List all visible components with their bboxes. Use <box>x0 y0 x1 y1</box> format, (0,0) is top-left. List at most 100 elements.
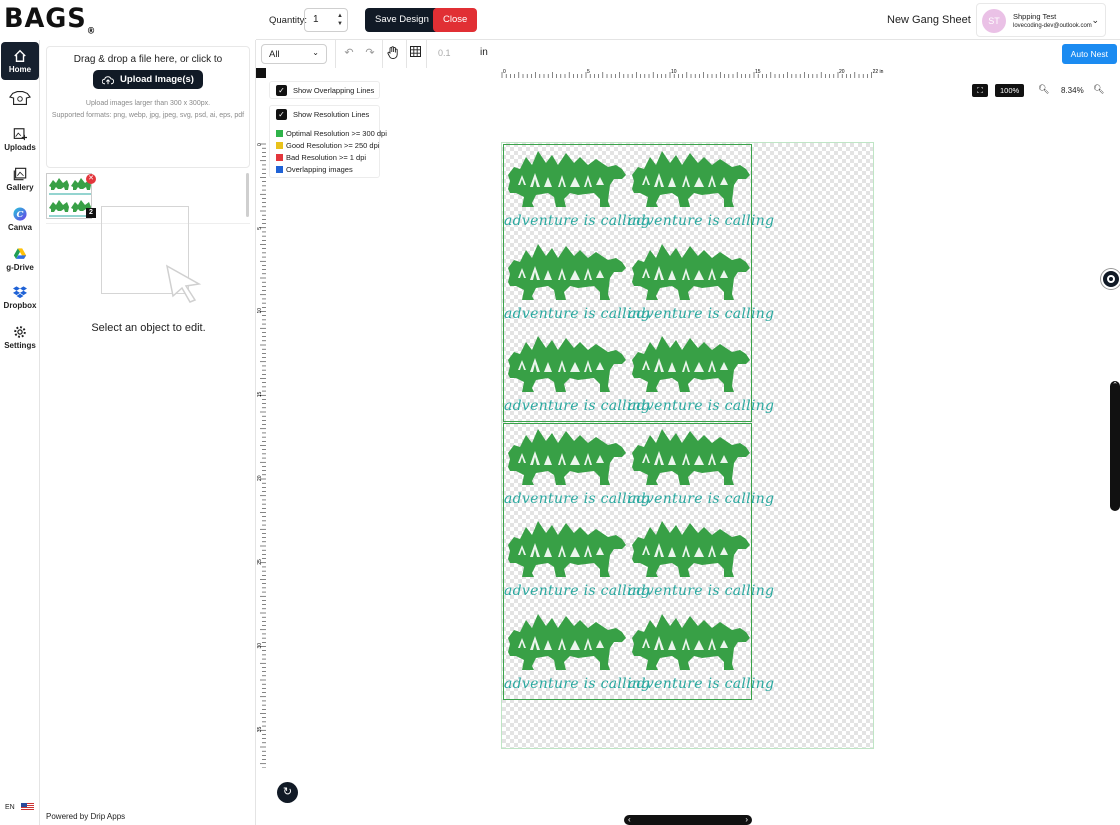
refresh-icon[interactable]: ↻ <box>277 782 298 803</box>
image-count-badge: 2 <box>86 208 96 218</box>
legend-swatch-optimal <box>276 130 283 137</box>
zoom-level: 8.34% <box>1061 86 1084 95</box>
ruler-label: 15 <box>755 69 761 75</box>
redo-icon[interactable]: ↷ <box>363 46 377 60</box>
tile-script-text: adventure is calling <box>504 213 651 229</box>
ruler-label: 10 <box>671 69 677 75</box>
hand-pan-icon[interactable] <box>386 46 400 60</box>
bear-tile[interactable]: adventure is calling <box>628 145 775 237</box>
nav-uploads-label: Uploads <box>4 142 36 152</box>
bear-tile[interactable]: adventure is calling <box>504 330 651 422</box>
left-ruler: 0 5 10 15 20 25 30 35 <box>257 143 266 768</box>
legend-bad: Bad Resolution >= 1 dpi <box>286 153 367 162</box>
bear-tile[interactable]: adventure is calling <box>504 608 651 700</box>
avatar: ST <box>982 9 1006 33</box>
horizontal-scrollbar[interactable]: ‹ › <box>624 815 752 825</box>
upload-images-button[interactable]: Upload Image(s) <box>93 70 203 89</box>
cursor-pointer-icon <box>165 264 202 303</box>
undo-icon[interactable]: ↶ <box>342 46 356 60</box>
checkbox-checked-icon[interactable]: ✓ <box>276 85 287 96</box>
nav-templates[interactable] <box>1 80 39 118</box>
legend-overlap: Overlapping images <box>286 165 353 174</box>
user-name: Shpping Test <box>1013 12 1057 21</box>
upload-size-hint: Upload images larger than 300 x 300px. <box>85 99 211 107</box>
language-selector[interactable]: EN <box>5 803 34 811</box>
tile-script-text: adventure is calling <box>504 398 651 415</box>
bear-silhouette-image <box>508 336 626 393</box>
bear-tile[interactable]: adventure is calling <box>628 330 774 422</box>
tile-script-text: adventure is calling <box>628 213 775 229</box>
bear-tile[interactable]: adventure is calling <box>504 238 650 330</box>
nav-gdrive[interactable]: g-Drive <box>1 240 39 278</box>
upload-format-hint: Supported formats: png, webp, jpg, jpeg,… <box>51 111 245 119</box>
ruler-label: 5 <box>587 69 590 75</box>
save-design-button[interactable]: Save Design <box>365 8 439 32</box>
zoom-in-icon[interactable]: 🔍︎ <box>1093 84 1104 95</box>
nav-canva[interactable]: C Canva <box>1 200 39 238</box>
overlap-toggle[interactable]: ✓ Show Overlapping Lines <box>269 81 380 99</box>
canva-icon: C <box>13 206 27 221</box>
bear-tile[interactable]: adventure is calling <box>504 515 650 607</box>
fit-screen-icon[interactable]: ⛶ <box>972 84 988 97</box>
ruler-label: 35 <box>257 726 263 732</box>
bear-silhouette-image <box>632 336 750 393</box>
gear-icon <box>14 325 26 338</box>
bear-tile[interactable]: adventure is calling <box>628 515 774 607</box>
bear-tile[interactable]: adventure is calling <box>504 145 651 237</box>
bear-tile[interactable]: adventure is calling <box>628 423 774 515</box>
zoom-100-button[interactable]: 100% <box>995 84 1025 97</box>
vertical-scrollbar[interactable]: ⌃ <box>1110 381 1120 511</box>
left-nav: Home Uploads Gallery C Canva g-Drive Dro… <box>0 40 40 825</box>
nav-dropbox[interactable]: Dropbox <box>1 278 39 316</box>
top-ruler: 0 5 10 15 20 22 in <box>501 69 884 78</box>
chevron-down-icon[interactable]: ⌄ <box>1091 15 1099 26</box>
us-flag-icon <box>20 803 34 811</box>
bear-silhouette-image <box>632 614 750 670</box>
tile-script-text: adventure is calling <box>504 676 651 692</box>
nav-gallery-label: Gallery <box>6 182 34 192</box>
ruler-label: 0 <box>257 143 263 146</box>
nav-uploads[interactable]: Uploads <box>1 120 39 158</box>
left-panel: Drag & drop a file here, or click to Upl… <box>41 40 256 825</box>
close-button[interactable]: Close <box>433 8 478 32</box>
thumbnail-scrollbar[interactable] <box>246 173 249 217</box>
tile-script-text: adventure is calling <box>504 490 651 507</box>
toolbar-divider <box>406 40 407 68</box>
nav-home[interactable]: Home <box>1 42 39 80</box>
spacing-input[interactable]: 0.1 <box>430 44 478 64</box>
dropbox-icon <box>13 285 27 298</box>
user-menu[interactable]: ST Shpping Test lovecoding-dev@outlook.c… <box>976 3 1106 37</box>
checkbox-checked-icon[interactable]: ✓ <box>276 109 287 120</box>
zoom-out-icon[interactable]: 🔍︎ <box>1038 84 1049 95</box>
bear-silhouette-image <box>508 521 626 578</box>
stepper-arrows-icon[interactable]: ▲ ▼ <box>337 12 343 28</box>
gang-sheet[interactable]: adventure is calling adventure is calling… <box>501 142 874 749</box>
grid-icon[interactable] <box>408 46 422 60</box>
upload-dropzone[interactable]: Drag & drop a file here, or click to Upl… <box>46 46 250 168</box>
legend-swatch-good <box>276 142 283 149</box>
nav-gallery[interactable]: Gallery <box>1 160 39 198</box>
shirt-icon <box>9 91 31 105</box>
auto-nest-button[interactable]: Auto Nest <box>1061 44 1117 64</box>
delete-image-icon[interactable]: ✕ <box>86 174 96 184</box>
toolbar-divider <box>382 40 383 68</box>
chat-widget-icon[interactable] <box>1101 269 1120 289</box>
bear-silhouette-image <box>508 243 626 300</box>
tile-script-text: adventure is calling <box>628 305 775 322</box>
bear-tile[interactable]: adventure is calling <box>504 423 651 515</box>
bear-tile[interactable]: adventure is calling <box>628 238 775 330</box>
brand-logo[interactable]: BAGS® <box>4 3 96 36</box>
nav-settings[interactable]: Settings <box>1 318 39 356</box>
object-filter-select[interactable]: All ⌄ <box>261 44 327 64</box>
overlap-toggle-label: Show Overlapping Lines <box>293 86 375 95</box>
quantity-stepper[interactable]: 1 ▲ ▼ <box>304 8 348 32</box>
filter-value: All <box>269 49 280 60</box>
powered-by[interactable]: Powered by Drip Apps <box>46 812 125 821</box>
bear-tile[interactable]: adventure is calling <box>628 608 774 700</box>
resolution-legend: ✓ Show Resolution Lines Optimal Resoluti… <box>269 105 387 178</box>
design-canvas-area[interactable]: 0 5 10 15 20 22 in 0 5 10 15 20 25 30 35 ✓ Show Over… <box>256 68 1120 825</box>
chevron-down-icon: ⌄ <box>312 48 319 57</box>
ruler-label: 0 <box>503 69 506 75</box>
bear-silhouette-image <box>632 243 750 300</box>
quantity-value: 1 <box>313 14 319 25</box>
